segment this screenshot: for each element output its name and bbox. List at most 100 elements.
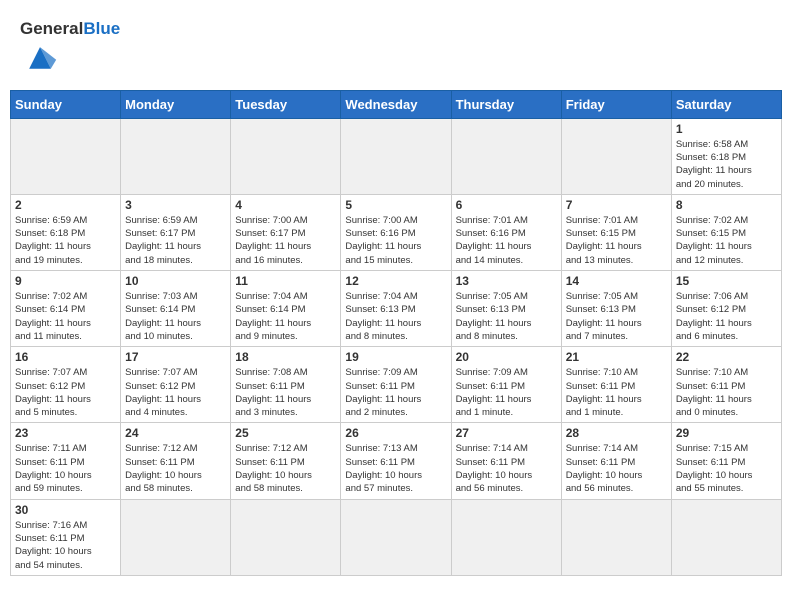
day-info: Sunrise: 7:02 AM Sunset: 6:15 PM Dayligh… bbox=[676, 214, 777, 267]
calendar-day-cell bbox=[341, 118, 451, 194]
day-number: 14 bbox=[566, 274, 667, 288]
calendar-day-cell: 4Sunrise: 7:00 AM Sunset: 6:17 PM Daylig… bbox=[231, 194, 341, 270]
calendar-day-cell: 27Sunrise: 7:14 AM Sunset: 6:11 PM Dayli… bbox=[451, 423, 561, 499]
day-number: 23 bbox=[15, 426, 116, 440]
calendar-day-cell: 21Sunrise: 7:10 AM Sunset: 6:11 PM Dayli… bbox=[561, 347, 671, 423]
calendar-day-cell: 14 Sunrise: 7:05 AM Sunset: 6:13 PM Dayli… bbox=[561, 271, 671, 347]
day-info: Sunrise: 7:07 AM Sunset: 6:12 PM Dayligh… bbox=[125, 366, 226, 419]
day-number: 19 bbox=[345, 350, 446, 364]
calendar-day-cell: 11 Sunrise: 7:04 AM Sunset: 6:14 PM Dayli… bbox=[231, 271, 341, 347]
day-number: 3 bbox=[125, 198, 226, 212]
day-info: Sunrise: 7:00 AM Sunset: 6:17 PM Dayligh… bbox=[235, 214, 336, 267]
calendar-day-cell: 10 Sunrise: 7:03 AM Sunset: 6:14 PM Dayli… bbox=[121, 271, 231, 347]
col-monday: Monday bbox=[121, 90, 231, 118]
calendar-day-cell bbox=[561, 118, 671, 194]
day-number: 24 bbox=[125, 426, 226, 440]
calendar-day-cell bbox=[121, 499, 231, 575]
calendar-day-cell: 22 Sunrise: 7:10 AM Sunset: 6:11 PM Dayli… bbox=[671, 347, 781, 423]
calendar-day-cell: 25 Sunrise: 7:12 AM Sunset: 6:11 PM Dayli… bbox=[231, 423, 341, 499]
day-info: Sunrise: 7:10 AM Sunset: 6:11 PM Dayligh… bbox=[676, 366, 777, 419]
day-number: 7 bbox=[566, 198, 667, 212]
day-info: Sunrise: 6:58 AM Sunset: 6:18 PM Dayligh… bbox=[676, 138, 777, 191]
day-number: 20 bbox=[456, 350, 557, 364]
calendar-day-cell: 8Sunrise: 7:02 AM Sunset: 6:15 PM Daylig… bbox=[671, 194, 781, 270]
day-number: 27 bbox=[456, 426, 557, 440]
day-info: Sunrise: 7:05 AM Sunset: 6:13 PM Dayligh… bbox=[456, 290, 557, 343]
calendar-day-cell bbox=[671, 499, 781, 575]
calendar-header-row: Sunday Monday Tuesday Wednesday Thursday… bbox=[11, 90, 782, 118]
calendar-day-cell: 13 Sunrise: 7:05 AM Sunset: 6:13 PM Dayli… bbox=[451, 271, 561, 347]
day-number: 10 bbox=[125, 274, 226, 288]
calendar-day-cell: 17 Sunrise: 7:07 AM Sunset: 6:12 PM Dayli… bbox=[121, 347, 231, 423]
day-number: 13 bbox=[456, 274, 557, 288]
calendar-day-cell: 3 Sunrise: 6:59 AM Sunset: 6:17 PM Daylig… bbox=[121, 194, 231, 270]
col-sunday: Sunday bbox=[11, 90, 121, 118]
calendar-day-cell bbox=[451, 499, 561, 575]
calendar-day-cell: 1 Sunrise: 6:58 AM Sunset: 6:18 PM Daylig… bbox=[671, 118, 781, 194]
calendar-day-cell: 2 Sunrise: 6:59 AM Sunset: 6:18 PM Daylig… bbox=[11, 194, 121, 270]
calendar-day-cell: 28 Sunrise: 7:14 AM Sunset: 6:11 PM Dayli… bbox=[561, 423, 671, 499]
day-info: Sunrise: 7:12 AM Sunset: 6:11 PM Dayligh… bbox=[235, 442, 336, 495]
calendar-day-cell: 12 Sunrise: 7:04 AM Sunset: 6:13 PM Dayli… bbox=[341, 271, 451, 347]
calendar-day-cell bbox=[341, 499, 451, 575]
calendar-day-cell: 18Sunrise: 7:08 AM Sunset: 6:11 PM Dayli… bbox=[231, 347, 341, 423]
day-number: 2 bbox=[15, 198, 116, 212]
day-info: Sunrise: 7:09 AM Sunset: 6:11 PM Dayligh… bbox=[456, 366, 557, 419]
day-number: 15 bbox=[676, 274, 777, 288]
calendar-day-cell bbox=[121, 118, 231, 194]
logo-icon bbox=[22, 39, 58, 75]
header: GeneralBlue bbox=[10, 10, 782, 85]
calendar-day-cell: 24Sunrise: 7:12 AM Sunset: 6:11 PM Dayli… bbox=[121, 423, 231, 499]
calendar-day-cell bbox=[451, 118, 561, 194]
day-number: 28 bbox=[566, 426, 667, 440]
day-info: Sunrise: 7:08 AM Sunset: 6:11 PM Dayligh… bbox=[235, 366, 336, 419]
col-thursday: Thursday bbox=[451, 90, 561, 118]
day-info: Sunrise: 7:15 AM Sunset: 6:11 PM Dayligh… bbox=[676, 442, 777, 495]
calendar-day-cell bbox=[11, 118, 121, 194]
calendar-day-cell: 9Sunrise: 7:02 AM Sunset: 6:14 PM Daylig… bbox=[11, 271, 121, 347]
day-info: Sunrise: 6:59 AM Sunset: 6:17 PM Dayligh… bbox=[125, 214, 226, 267]
day-info: Sunrise: 7:01 AM Sunset: 6:16 PM Dayligh… bbox=[456, 214, 557, 267]
calendar-day-cell: 19 Sunrise: 7:09 AM Sunset: 6:11 PM Dayli… bbox=[341, 347, 451, 423]
calendar-week-row: 16 Sunrise: 7:07 AM Sunset: 6:12 PM Dayli… bbox=[11, 347, 782, 423]
day-number: 22 bbox=[676, 350, 777, 364]
day-info: Sunrise: 6:59 AM Sunset: 6:18 PM Dayligh… bbox=[15, 214, 116, 267]
calendar-day-cell bbox=[231, 499, 341, 575]
day-info: Sunrise: 7:04 AM Sunset: 6:14 PM Dayligh… bbox=[235, 290, 336, 343]
day-number: 1 bbox=[676, 122, 777, 136]
day-info: Sunrise: 7:04 AM Sunset: 6:13 PM Dayligh… bbox=[345, 290, 446, 343]
day-info: Sunrise: 7:06 AM Sunset: 6:12 PM Dayligh… bbox=[676, 290, 777, 343]
calendar-day-cell: 20 Sunrise: 7:09 AM Sunset: 6:11 PM Dayli… bbox=[451, 347, 561, 423]
day-number: 6 bbox=[456, 198, 557, 212]
calendar-day-cell: 29Sunrise: 7:15 AM Sunset: 6:11 PM Dayli… bbox=[671, 423, 781, 499]
day-info: Sunrise: 7:11 AM Sunset: 6:11 PM Dayligh… bbox=[15, 442, 116, 495]
calendar-week-row: 30Sunrise: 7:16 AM Sunset: 6:11 PM Dayli… bbox=[11, 499, 782, 575]
calendar-day-cell: 7Sunrise: 7:01 AM Sunset: 6:15 PM Daylig… bbox=[561, 194, 671, 270]
calendar-week-row: 1 Sunrise: 6:58 AM Sunset: 6:18 PM Daylig… bbox=[11, 118, 782, 194]
calendar-week-row: 2 Sunrise: 6:59 AM Sunset: 6:18 PM Daylig… bbox=[11, 194, 782, 270]
day-info: Sunrise: 7:00 AM Sunset: 6:16 PM Dayligh… bbox=[345, 214, 446, 267]
day-number: 26 bbox=[345, 426, 446, 440]
calendar-day-cell: 26Sunrise: 7:13 AM Sunset: 6:11 PM Dayli… bbox=[341, 423, 451, 499]
calendar-week-row: 9Sunrise: 7:02 AM Sunset: 6:14 PM Daylig… bbox=[11, 271, 782, 347]
col-friday: Friday bbox=[561, 90, 671, 118]
col-tuesday: Tuesday bbox=[231, 90, 341, 118]
logo: GeneralBlue bbox=[20, 20, 120, 80]
day-number: 16 bbox=[15, 350, 116, 364]
day-info: Sunrise: 7:05 AM Sunset: 6:13 PM Dayligh… bbox=[566, 290, 667, 343]
day-number: 5 bbox=[345, 198, 446, 212]
day-number: 25 bbox=[235, 426, 336, 440]
calendar-day-cell: 23 Sunrise: 7:11 AM Sunset: 6:11 PM Dayli… bbox=[11, 423, 121, 499]
day-number: 12 bbox=[345, 274, 446, 288]
day-info: Sunrise: 7:07 AM Sunset: 6:12 PM Dayligh… bbox=[15, 366, 116, 419]
day-info: Sunrise: 7:03 AM Sunset: 6:14 PM Dayligh… bbox=[125, 290, 226, 343]
day-info: Sunrise: 7:14 AM Sunset: 6:11 PM Dayligh… bbox=[566, 442, 667, 495]
day-info: Sunrise: 7:09 AM Sunset: 6:11 PM Dayligh… bbox=[345, 366, 446, 419]
calendar-day-cell: 6 Sunrise: 7:01 AM Sunset: 6:16 PM Daylig… bbox=[451, 194, 561, 270]
calendar-day-cell: 5 Sunrise: 7:00 AM Sunset: 6:16 PM Daylig… bbox=[341, 194, 451, 270]
page-container: GeneralBlue Sunday Monday Tuesday Wednes… bbox=[10, 10, 782, 576]
col-saturday: Saturday bbox=[671, 90, 781, 118]
calendar-week-row: 23 Sunrise: 7:11 AM Sunset: 6:11 PM Dayli… bbox=[11, 423, 782, 499]
day-number: 17 bbox=[125, 350, 226, 364]
day-number: 11 bbox=[235, 274, 336, 288]
